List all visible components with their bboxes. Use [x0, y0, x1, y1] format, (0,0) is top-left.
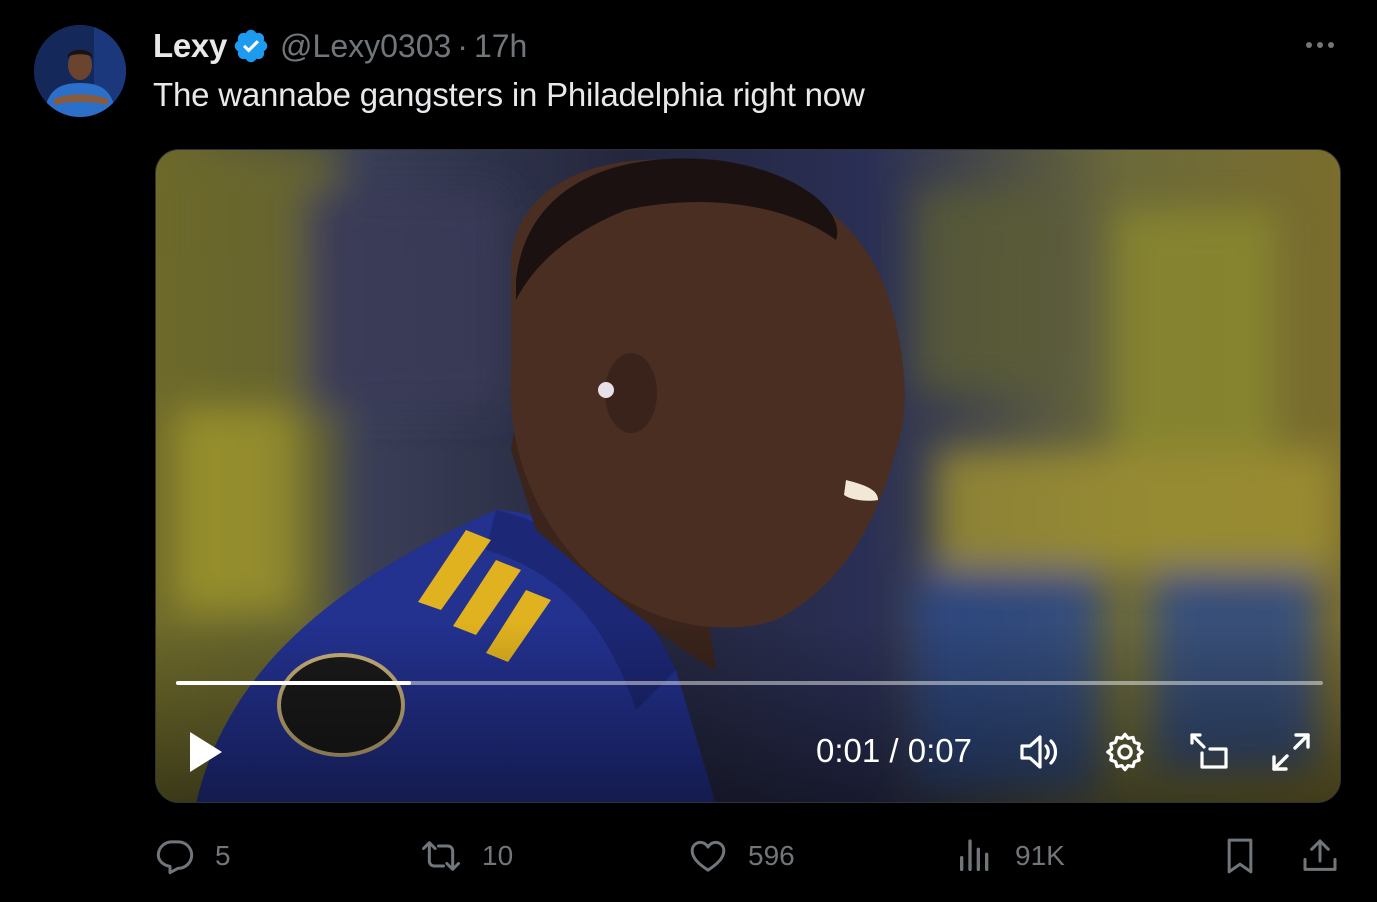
more-dot: [1328, 42, 1334, 48]
tweet: Lexy @Lexy0303 · 17h The wannabe gangste…: [0, 0, 1377, 902]
settings-gear-icon: [1106, 732, 1144, 772]
repost-button[interactable]: 10: [420, 830, 513, 882]
tweet-text: The wannabe gangsters in Philadelphia ri…: [153, 76, 865, 113]
analytics-icon: [960, 839, 989, 871]
video-time-display: 0:01 / 0:07: [816, 732, 972, 769]
like-count: 596: [748, 840, 795, 871]
more-options-button[interactable]: [1298, 30, 1342, 60]
heart-icon: [690, 840, 726, 872]
play-icon: [190, 732, 222, 772]
avatar-image: [34, 25, 126, 117]
separator-dot: ·: [457, 27, 468, 64]
tweet-actions: 5 10 596 91K: [0, 830, 1377, 882]
view-count: 91K: [1015, 840, 1065, 871]
video-controls-shade: [156, 622, 1340, 802]
user-handle[interactable]: @Lexy0303: [280, 28, 451, 65]
more-dot: [1317, 42, 1323, 48]
picture-in-picture-icon: [1190, 733, 1228, 769]
like-button[interactable]: 596: [688, 830, 795, 882]
reply-icon: [156, 840, 194, 875]
video-player[interactable]: 0:01 / 0:07: [155, 149, 1341, 803]
video-progress-bar[interactable]: [176, 681, 1323, 685]
verified-badge-icon[interactable]: [232, 27, 270, 65]
fullscreen-button[interactable]: [1268, 729, 1314, 775]
bookmark-button[interactable]: [1220, 830, 1260, 882]
bookmark-icon: [1227, 838, 1253, 874]
volume-button[interactable]: [1018, 729, 1064, 775]
avatar[interactable]: [34, 25, 126, 117]
repost-icon: [422, 841, 460, 871]
settings-button[interactable]: [1102, 729, 1148, 775]
volume-icon: [1020, 735, 1058, 769]
more-dot: [1306, 42, 1312, 48]
timestamp[interactable]: 17h: [474, 28, 527, 65]
play-button[interactable]: [184, 728, 228, 776]
reply-button[interactable]: 5: [155, 830, 231, 882]
views-button[interactable]: 91K: [955, 830, 1065, 882]
repost-count: 10: [482, 840, 514, 871]
reply-count: 5: [215, 840, 231, 871]
tweet-header: Lexy @Lexy0303 · 17h: [153, 26, 527, 66]
video-progress-fill: [176, 681, 412, 685]
picture-in-picture-button[interactable]: [1186, 729, 1232, 775]
display-name[interactable]: Lexy: [153, 27, 227, 65]
share-icon: [1303, 839, 1337, 871]
fullscreen-icon: [1272, 733, 1310, 771]
share-button[interactable]: [1300, 830, 1340, 882]
